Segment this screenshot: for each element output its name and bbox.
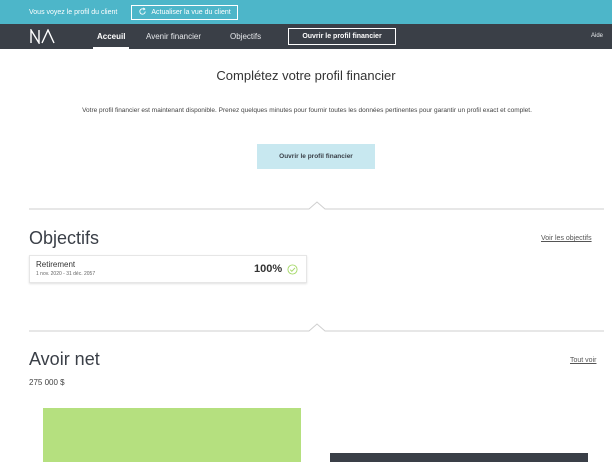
net-worth-title: Avoir net [29,349,100,369]
assets-bar [43,408,301,462]
view-goals-link[interactable]: Voir les objectifs [541,235,592,242]
goal-card[interactable]: Retirement 1 nov. 2020 - 31 déc. 2057 10… [29,255,307,283]
refresh-client-view-button[interactable]: Actualiser la vue du client [131,4,238,20]
section-divider [29,201,604,210]
refresh-icon [138,7,147,18]
refresh-client-view-label: Actualiser la vue du client [151,8,231,16]
view-all-link[interactable]: Tout voir [570,357,596,364]
section-divider [29,323,604,332]
client-view-banner: Vous voyez le profil du client Actualise… [0,0,612,24]
help-link[interactable]: Aide [591,24,603,49]
brand-logo[interactable] [30,29,58,44]
nav-tab-acceuil[interactable]: Acceuil [92,24,131,49]
nav-tab-objectifs[interactable]: Objectifs [230,24,261,49]
objectifs-title: Objectifs [29,228,100,248]
goal-percent: 100% [254,263,283,275]
open-financial-profile-button[interactable]: Ouvrir le profil financier [257,144,375,169]
liabilities-bar [330,453,588,462]
profile-description: Votre profil financier est maintenant di… [82,107,532,114]
main-nav: Acceuil Avenir financier Objectifs Ouvri… [0,24,612,49]
nav-tab-avenir-financier[interactable]: Avenir financier [146,24,201,49]
client-view-message: Vous voyez le profil du client [29,8,118,16]
open-financial-profile-nav-button[interactable]: Ouvrir le profil financier [288,28,396,45]
profile-title: Complétez votre profil financier [216,68,396,83]
net-worth-value: 275 000 $ [29,378,65,387]
goal-name: Retirement [36,260,76,269]
check-circle-icon [287,264,298,275]
goal-dates: 1 nov. 2020 - 31 déc. 2057 [36,271,96,277]
